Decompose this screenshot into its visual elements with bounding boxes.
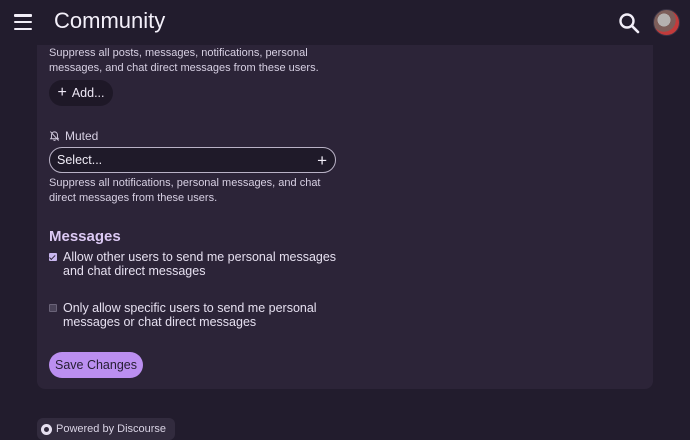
allow-pm-checkbox[interactable] — [49, 253, 57, 261]
plus-icon: + — [57, 84, 67, 101]
only-specific-users-label[interactable]: Only allow specific users to send me per… — [63, 301, 349, 329]
muted-users-label: Muted — [49, 129, 98, 143]
add-ignored-user-button[interactable]: + Add... — [49, 80, 113, 106]
search-icon[interactable] — [617, 11, 641, 35]
allow-pm-label[interactable]: Allow other users to send me personal me… — [63, 250, 349, 278]
select-placeholder: Select... — [57, 153, 103, 167]
site-title[interactable]: Community — [54, 8, 165, 34]
muted-label-text: Muted — [65, 129, 99, 143]
plus-icon: + — [317, 150, 327, 170]
powered-by-discourse[interactable]: Powered by Discourse — [37, 418, 175, 440]
muted-users-select[interactable]: Select... + — [49, 147, 336, 173]
messages-section-title: Messages — [49, 228, 121, 245]
bell-slash-icon — [49, 131, 60, 141]
powered-by-text: Powered by Discourse — [56, 423, 167, 435]
allow-pm-option[interactable]: Allow other users to send me personal me… — [49, 250, 349, 278]
muted-users-description: Suppress all notifications, personal mes… — [49, 177, 321, 204]
save-changes-button[interactable]: Save Changes — [49, 352, 143, 378]
only-specific-users-option[interactable]: Only allow specific users to send me per… — [49, 301, 349, 329]
add-button-label: Add... — [71, 86, 105, 100]
preferences-panel — [37, 45, 653, 389]
only-specific-users-checkbox[interactable] — [49, 304, 57, 312]
discourse-logo-icon — [41, 423, 52, 435]
site-header: Community — [0, 0, 690, 45]
ignored-users-description: Suppress all posts, messages, notificati… — [49, 47, 319, 74]
user-avatar[interactable] — [653, 9, 680, 36]
hamburger-icon[interactable] — [14, 14, 32, 30]
